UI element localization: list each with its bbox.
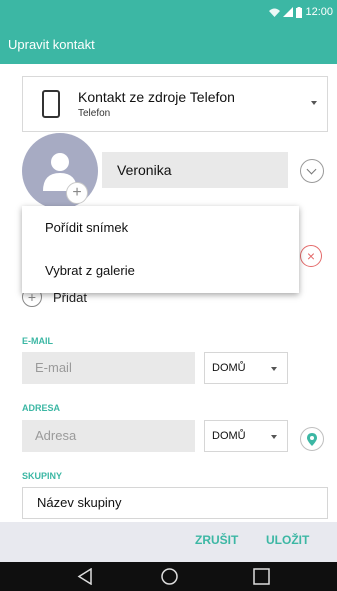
menu-item-take-photo[interactable]: Pořídit snímek	[22, 206, 299, 249]
status-time: 12:00	[305, 6, 333, 18]
email-field[interactable]: E-mail	[22, 352, 195, 384]
wifi-icon	[269, 8, 281, 17]
recents-icon[interactable]	[253, 568, 270, 585]
action-bar: ZRUŠIT ULOŽIT	[0, 522, 337, 562]
page-title: Upravit kontakt	[8, 36, 95, 52]
name-field[interactable]: Veronika	[102, 152, 288, 188]
account-source-select[interactable]: Kontakt ze zdroje Telefon Telefon	[22, 76, 328, 132]
email-section-label: E-MAIL	[22, 336, 53, 346]
address-section-label: ADRESA	[22, 403, 61, 413]
map-location-button[interactable]	[300, 427, 324, 451]
groups-section-label: SKUPINY	[22, 471, 63, 481]
photo-options-menu: Pořídit snímek Vybrat z galerie	[22, 206, 299, 293]
remove-field-button[interactable]: ×	[300, 245, 322, 267]
expand-name-button[interactable]	[300, 159, 324, 183]
account-source-title: Kontakt ze zdroje Telefon	[78, 89, 235, 105]
account-source-subtitle: Telefon	[78, 108, 111, 119]
home-icon[interactable]	[161, 568, 178, 585]
location-pin-icon	[307, 433, 317, 446]
back-icon[interactable]	[77, 568, 93, 585]
dropdown-arrow-icon	[311, 101, 317, 105]
add-photo-icon[interactable]: +	[66, 182, 88, 204]
menu-item-choose-from-gallery[interactable]: Vybrat z galerie	[22, 249, 299, 292]
address-field[interactable]: Adresa	[22, 420, 195, 452]
battery-icon	[296, 6, 303, 18]
save-button[interactable]: ULOŽIT	[266, 533, 309, 547]
signal-icon	[283, 7, 294, 17]
group-field[interactable]: Název skupiny	[22, 487, 328, 519]
app-bar: Upravit kontakt	[0, 24, 337, 64]
status-bar: 12:00	[0, 0, 337, 24]
email-type-select[interactable]: DOMŮ	[204, 352, 288, 384]
cancel-button[interactable]: ZRUŠIT	[195, 533, 238, 547]
address-type-select[interactable]: DOMŮ	[204, 420, 288, 452]
navigation-bar	[0, 562, 337, 591]
phone-icon	[42, 90, 60, 118]
